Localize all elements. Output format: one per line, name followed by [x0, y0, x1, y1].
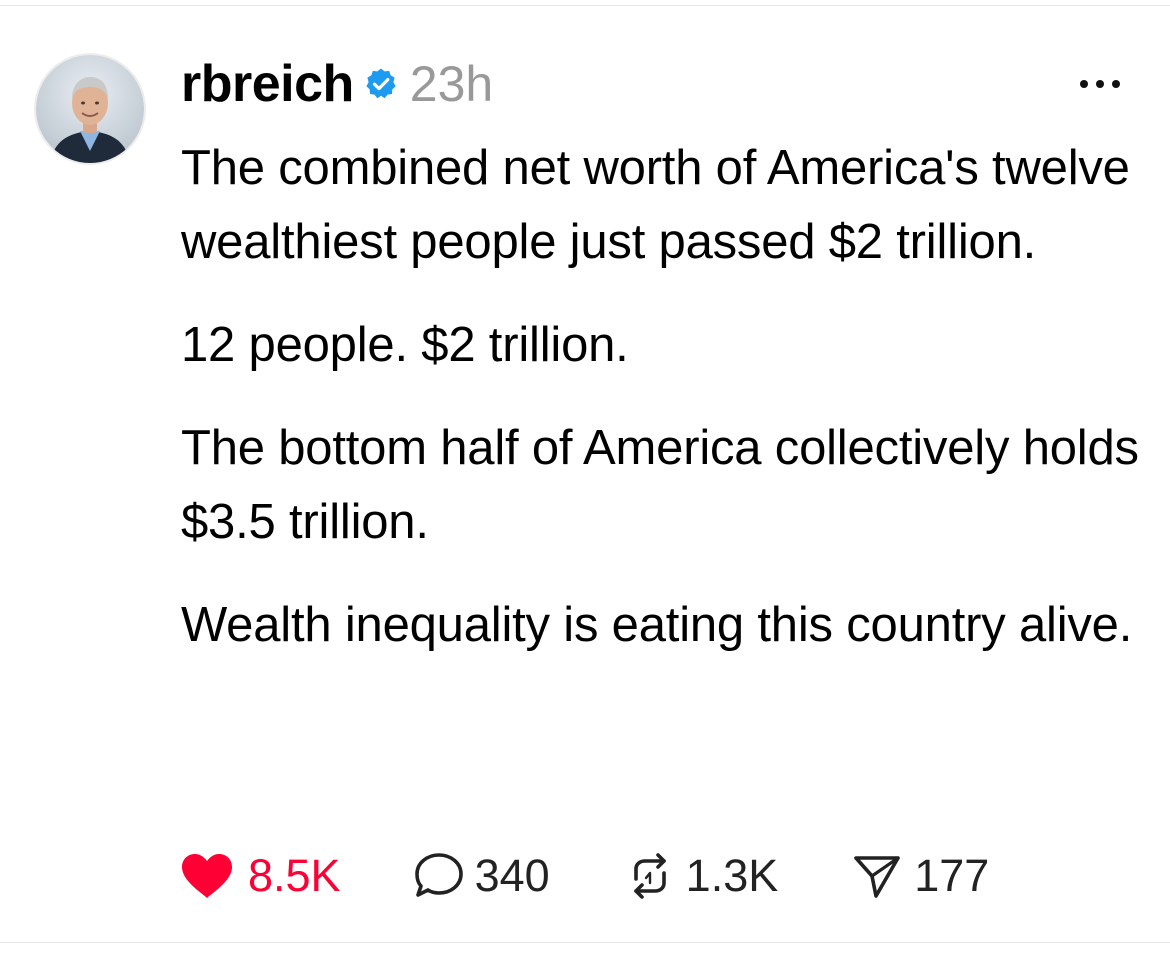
- post-paragraph: The combined net worth of America's twel…: [181, 141, 1130, 269]
- reply-button[interactable]: 340: [413, 850, 550, 902]
- like-count: 8.5K: [248, 850, 341, 901]
- verified-badge-icon: [364, 67, 398, 101]
- post-body: The combined net worth of America's twel…: [181, 131, 1141, 691]
- post-header: rbreich 23h: [181, 54, 494, 114]
- comment-bubble-icon: [413, 851, 465, 901]
- username[interactable]: rbreich: [181, 54, 354, 114]
- timestamp: 23h: [409, 56, 494, 112]
- more-options-icon[interactable]: [1075, 72, 1125, 96]
- post-paragraph: The bottom half of America collectively …: [181, 421, 1139, 549]
- top-divider: [0, 5, 1170, 6]
- action-bar: 8.5K 340 1.3K 177: [180, 846, 989, 906]
- share-button[interactable]: 177: [852, 850, 989, 902]
- bottom-divider: [0, 942, 1170, 943]
- avatar-photo: [36, 55, 144, 163]
- like-button[interactable]: 8.5K: [180, 850, 341, 902]
- post-paragraph: 12 people. $2 trillion.: [181, 318, 629, 372]
- share-count: 177: [914, 850, 990, 901]
- reply-count: 340: [474, 850, 550, 901]
- avatar[interactable]: [36, 55, 144, 163]
- repost-icon: [624, 851, 676, 901]
- repost-count: 1.3K: [685, 850, 779, 901]
- repost-button[interactable]: 1.3K: [624, 850, 779, 902]
- send-icon: [852, 852, 902, 900]
- heart-icon: [180, 852, 234, 900]
- post-paragraph: Wealth inequality is eating this country…: [181, 598, 1133, 652]
